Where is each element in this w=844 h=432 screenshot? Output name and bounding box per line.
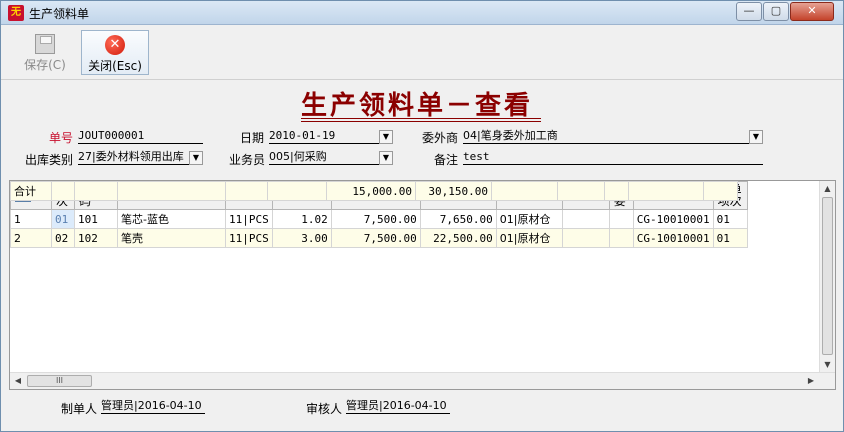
horizontal-scroll-thumb[interactable]: III (27, 375, 92, 387)
auditor-label: 审核人 (306, 402, 343, 416)
remark-field[interactable]: test (463, 149, 763, 165)
vertical-scroll-thumb[interactable] (822, 197, 833, 355)
cell-price[interactable]: 1.02 (271, 209, 332, 229)
save-button-label: 保存(C) (24, 58, 66, 72)
cell-seq[interactable]: 02 (51, 228, 75, 248)
close-circle-icon: ✕ (105, 35, 125, 55)
cell-code[interactable]: 101 (74, 209, 118, 229)
cell-src-no[interactable]: CG-10010001 (632, 228, 714, 248)
scroll-right-icon[interactable]: ▶ (803, 373, 819, 389)
table-row[interactable]: 1 01 101 笔芯-蓝色 11|PCS 1.02 7,500.00 7,65… (10, 209, 748, 229)
vendor-field[interactable]: 04|笔身委外加工商 (463, 128, 763, 144)
creator-label: 制单人 (61, 402, 98, 416)
cell-name[interactable]: 笔壳 (117, 228, 226, 248)
cell-summary[interactable] (608, 209, 634, 229)
date-label: 日期 (240, 131, 265, 145)
app-icon: 无 (8, 5, 24, 21)
minimize-button[interactable]: — (736, 2, 762, 21)
cell-warehouse[interactable]: 01|原材仓 (495, 228, 563, 248)
title-bar[interactable]: 无 生产领料单 — ▢ ✕ (1, 1, 843, 25)
cell-qty[interactable]: 7,500.00 (330, 209, 421, 229)
order-no-field[interactable]: JOUT000001 (78, 128, 203, 144)
salesman-field[interactable]: 005|何采购 (269, 149, 393, 165)
creator-field: 管理员|2016-04-10 (101, 398, 205, 414)
out-type-label: 出库类别 (25, 153, 74, 167)
vendor-dropdown-icon[interactable]: ▼ (749, 130, 763, 144)
toolbar-divider (1, 79, 843, 80)
table-row[interactable]: 2 02 102 笔壳 11|PCS 3.00 7,500.00 22,500.… (10, 228, 748, 248)
toolbar: 保存(C) ✕ 关闭(Esc) (9, 30, 839, 76)
main-window: 无 生产领料单 — ▢ ✕ 保存(C) ✕ 关闭(Esc) 生产领料单－查看 单… (0, 0, 844, 432)
horizontal-scrollbar[interactable]: ◀ III ▶ (10, 372, 835, 389)
cell-name[interactable]: 笔芯-蓝色 (117, 209, 226, 229)
date-dropdown-icon[interactable]: ▼ (379, 130, 393, 144)
out-type-field[interactable]: 27|委外材料领用出库 (78, 149, 203, 165)
auditor-field: 管理员|2016-04-10 (346, 398, 450, 414)
cell-src-no[interactable]: CG-10010001 (632, 209, 714, 229)
cell-src-seq[interactable]: 01 (712, 209, 748, 229)
save-button[interactable]: 保存(C) (15, 30, 75, 75)
out-type-dropdown-icon[interactable]: ▼ (189, 151, 203, 165)
floppy-disk-icon (35, 34, 55, 54)
cell-qty[interactable]: 7,500.00 (330, 228, 421, 248)
cell-amount[interactable]: 22,500.00 (419, 228, 497, 248)
cell-unit[interactable]: 11|PCS (225, 228, 273, 248)
window-title: 生产领料单 (29, 7, 90, 21)
order-no-label: 单号 (49, 131, 74, 145)
cell-summary[interactable] (608, 228, 634, 248)
cell-src-seq[interactable]: 01 (712, 228, 748, 248)
row-number: 2 (10, 228, 52, 248)
title-underline-2 (301, 121, 541, 122)
salesman-dropdown-icon[interactable]: ▼ (379, 151, 393, 165)
scroll-down-icon[interactable]: ▼ (820, 357, 835, 373)
cell-amount[interactable]: 7,650.00 (419, 209, 497, 229)
window-close-button[interactable]: ✕ (790, 2, 834, 21)
total-qty: 15,000.00 (326, 181, 416, 201)
cell-seq[interactable]: 01 (51, 209, 75, 229)
total-amount: 30,150.00 (415, 181, 492, 201)
cell-warehouse[interactable]: 01|原材仓 (495, 209, 563, 229)
cell-batch[interactable] (561, 209, 610, 229)
scroll-up-icon[interactable]: ▲ (820, 181, 835, 197)
scroll-left-icon[interactable]: ◀ (10, 373, 26, 389)
cell-unit[interactable]: 11|PCS (225, 209, 273, 229)
total-label: 合计 (10, 181, 52, 201)
date-field[interactable]: 2010-01-19 (269, 128, 393, 144)
title-underline (301, 118, 541, 119)
close-button-label: 关闭(Esc) (88, 59, 142, 73)
detail-grid[interactable]: 项次 货品代码 品名规格 单位 单价 数量 金额 仓库 批号 摘要 源单单号 源… (9, 180, 836, 390)
cell-price[interactable]: 3.00 (271, 228, 332, 248)
total-row: 合计 15,000.00 30,150.00 (10, 181, 738, 201)
cell-batch[interactable] (561, 228, 610, 248)
vendor-label: 委外商 (422, 131, 459, 145)
salesman-label: 业务员 (229, 153, 266, 167)
document-title: 生产领料单－查看 (301, 91, 534, 121)
cell-code[interactable]: 102 (74, 228, 118, 248)
vertical-scrollbar[interactable]: ▲ ▼ (819, 181, 835, 373)
maximize-button[interactable]: ▢ (763, 2, 789, 21)
remark-label: 备注 (434, 153, 459, 167)
close-button[interactable]: ✕ 关闭(Esc) (81, 30, 149, 75)
row-number: 1 (10, 209, 52, 229)
